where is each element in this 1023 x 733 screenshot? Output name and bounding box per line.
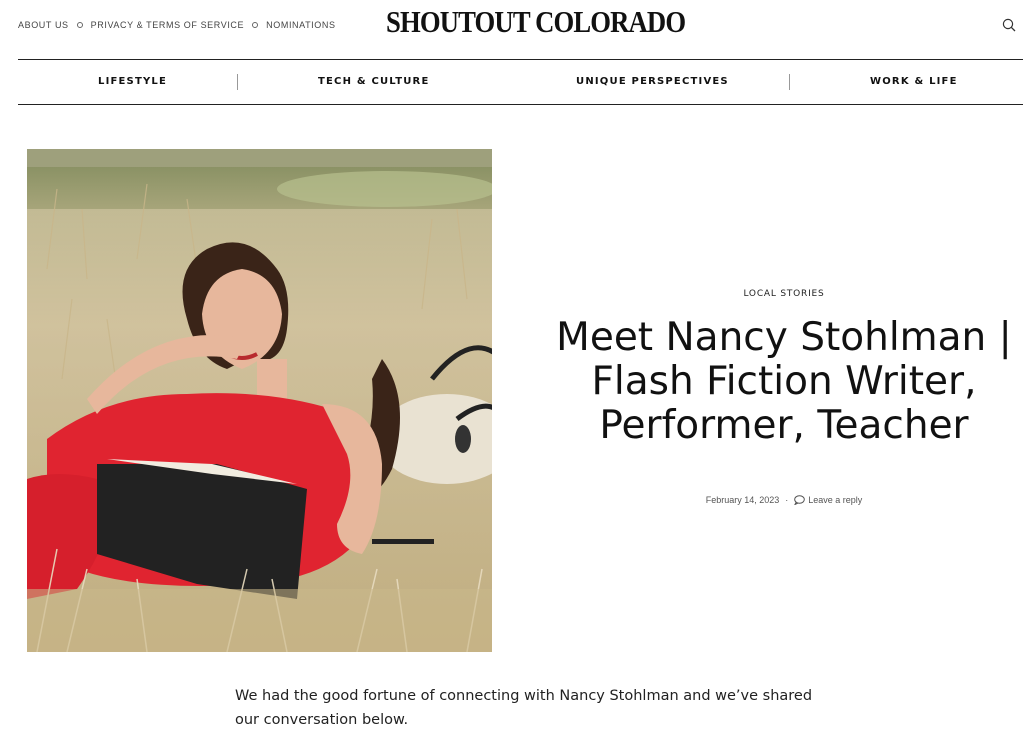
byline-separator: · <box>785 495 789 505</box>
nav-divider <box>789 74 790 90</box>
leave-reply-link[interactable]: Leave a reply <box>794 495 862 505</box>
nav-unique-perspectives[interactable]: UNIQUE PERSPECTIVES <box>576 60 729 104</box>
top-links: ABOUT US PRIVACY & TERMS OF SERVICE NOMI… <box>18 20 336 30</box>
nav-tech-culture[interactable]: TECH & CULTURE <box>318 60 430 104</box>
separator-dot <box>76 22 83 28</box>
privacy-terms-link[interactable]: PRIVACY & TERMS OF SERVICE <box>91 20 244 30</box>
nominations-link[interactable]: NOMINATIONS <box>266 20 335 30</box>
article-title: Meet Nancy Stohlman | Flash Fiction Writ… <box>556 315 1012 448</box>
nav-divider <box>237 74 238 90</box>
search-icon[interactable] <box>1002 18 1016 32</box>
article-intro: We had the good fortune of connecting wi… <box>235 688 813 728</box>
main-nav: LIFESTYLE TECH & CULTURE UNIQUE PERSPECT… <box>18 59 1023 105</box>
separator-dot <box>252 22 259 28</box>
comment-icon <box>794 495 806 505</box>
post-date[interactable]: February 14, 2023 <box>706 495 780 505</box>
hero-photo <box>27 149 492 652</box>
nav-work-life[interactable]: WORK & LIFE <box>870 60 958 104</box>
nav-lifestyle[interactable]: LIFESTYLE <box>98 60 167 104</box>
about-us-link[interactable]: ABOUT US <box>18 20 69 30</box>
category-link[interactable]: LOCAL STORIES <box>630 289 938 299</box>
site-logo[interactable]: SHOUTOUT COLORADO <box>386 4 686 40</box>
byline: February 14, 2023 · Leave a reply <box>640 495 928 505</box>
leave-reply-label: Leave a reply <box>808 495 863 505</box>
